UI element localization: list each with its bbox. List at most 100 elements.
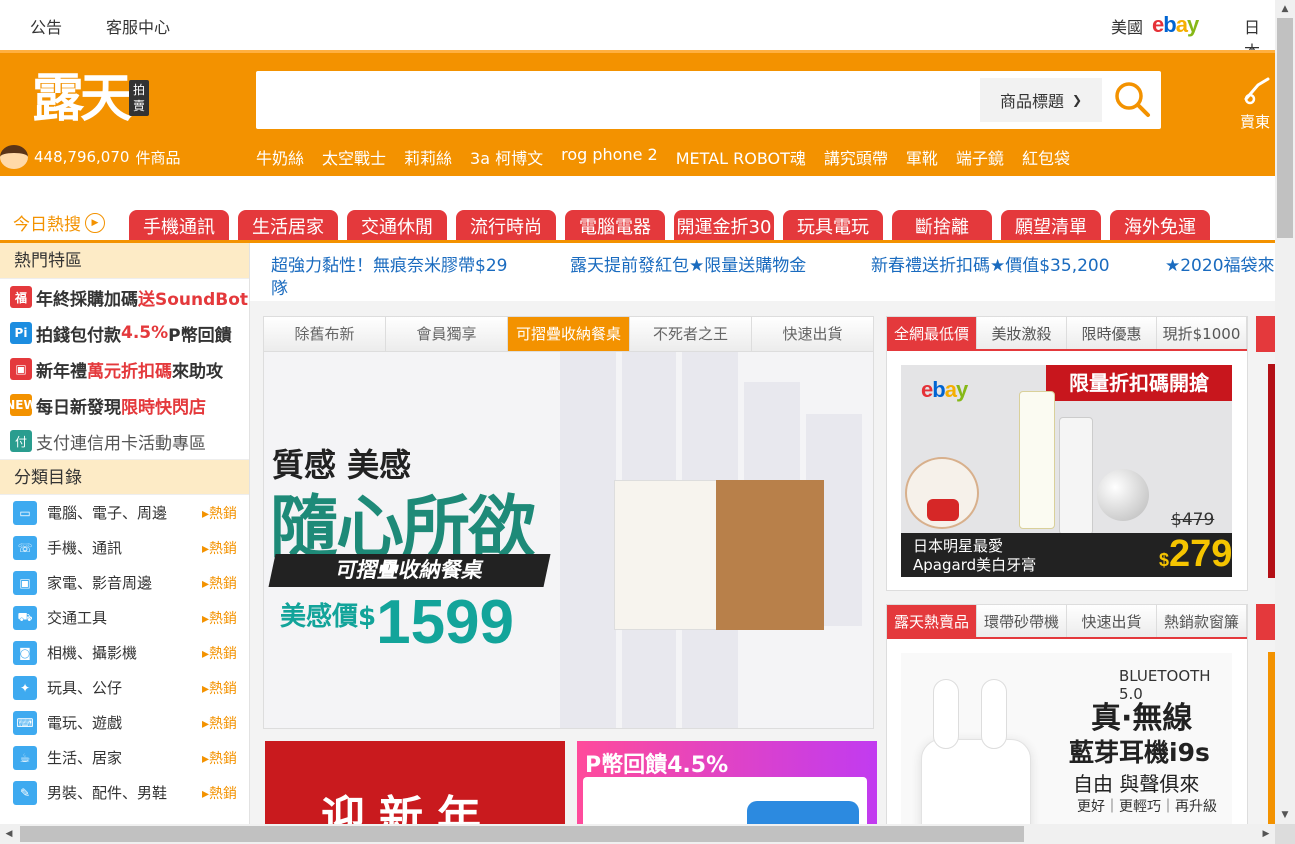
hot-keyword[interactable]: 紅包袋 — [1022, 145, 1070, 169]
hot-keyword[interactable]: METAL ROBOT魂 — [676, 145, 806, 169]
category-item[interactable]: ▣ 家電、影音周邊 ▸熱銷 — [0, 565, 249, 600]
search-scope-select[interactable]: 商品標題 ❯ — [980, 78, 1102, 122]
box-tab[interactable]: 快速出貨 — [1067, 605, 1157, 637]
category-item[interactable]: ☏ 手機、通訊 ▸熱銷 — [0, 530, 249, 565]
category-item[interactable]: ☕ 生活、居家 ▸熱銷 — [0, 740, 249, 775]
marquee-item[interactable]: 露天提前發紅包★限量送購物金 — [570, 251, 806, 276]
today-hot-label[interactable]: 今日熱搜 ▶ — [13, 210, 105, 235]
today-tab[interactable]: 願望清單 — [1001, 210, 1101, 243]
today-tab[interactable]: 手機通訊 — [129, 210, 229, 243]
main-carousel: 除舊布新 會員獨享 可摺疊收納餐桌 不死者之王 快速出貨 質感 美感 隨心所欲 … — [263, 316, 874, 729]
category-hot-link[interactable]: ▸熱銷 — [202, 713, 237, 733]
product-count-unit: 件商品 — [135, 148, 181, 167]
scroll-right-arrow[interactable]: ▶ — [1257, 824, 1275, 844]
scroll-thumb[interactable] — [20, 826, 1024, 842]
scroll-thumb[interactable] — [1277, 18, 1293, 238]
box-tab[interactable]: 環帶砂帶機 — [977, 605, 1067, 637]
customer-service-link[interactable]: 客服中心 — [106, 14, 170, 38]
promo-link[interactable]: ▣ 新年禮 萬元折扣碼 來助攻 — [0, 351, 249, 387]
category-hot-link[interactable]: ▸熱銷 — [202, 608, 237, 628]
category-hot-link[interactable]: ▸熱銷 — [202, 678, 237, 698]
today-tab[interactable]: 玩具電玩 — [783, 210, 883, 243]
scroll-up-arrow[interactable]: ▲ — [1275, 0, 1295, 18]
category-item[interactable]: ✦ 玩具、公仔 ▸熱銷 — [0, 670, 249, 705]
hot-keyword[interactable]: rog phone 2 — [561, 145, 658, 169]
promo-link[interactable]: Pi 拍錢包付款 4.5% P幣回饋 — [0, 315, 249, 351]
ebay-logo: ebay — [921, 377, 968, 402]
logo-badge: 拍賣 — [129, 80, 149, 116]
promo-highlight: 限時快閃店 — [121, 397, 206, 418]
today-tab[interactable]: 電腦電器 — [565, 210, 665, 243]
today-hot-bar: 今日熱搜 ▶ 手機通訊 生活居家 交通休閒 流行時尚 電腦電器 開運金折30 玩… — [0, 176, 1275, 243]
today-tab[interactable]: 海外免運 — [1110, 210, 1210, 243]
carousel-tab[interactable]: 除舊布新 — [264, 317, 386, 352]
hot-keyword[interactable]: 莉莉絲 — [404, 145, 452, 169]
carousel-banner[interactable]: 質感 美感 隨心所欲 可摺疊收納餐桌 美感價$1599 — [264, 352, 873, 728]
today-tab[interactable]: 交通休閒 — [347, 210, 447, 243]
next-box-tab[interactable] — [1256, 604, 1275, 640]
carousel-tab-active[interactable]: 可摺疊收納餐桌 — [508, 317, 630, 352]
carousel-tab[interactable]: 快速出貨 — [752, 317, 873, 352]
scroll-left-arrow[interactable]: ◀ — [0, 824, 18, 844]
mirror-panel — [560, 352, 616, 728]
ruten-logo[interactable]: 露天 — [32, 69, 132, 129]
next-box-tab[interactable] — [1256, 316, 1275, 352]
promo-link[interactable]: NEW 每日新發現 限時快閃店 — [0, 387, 249, 423]
vertical-scrollbar[interactable]: ▲ ▼ — [1275, 0, 1295, 824]
toothpaste-ad[interactable]: ebay 限量折扣碼開搶 日本明星最愛 Apagard美白牙膏 $479 $27… — [901, 365, 1232, 577]
category-hot-link[interactable]: ▸熱銷 — [202, 538, 237, 558]
new-year-banner[interactable]: 迎新年 — [265, 741, 565, 824]
promo-link[interactable]: 付支付連信用卡活動專區 — [0, 423, 249, 459]
search-input[interactable] — [266, 81, 966, 119]
box-tab-active[interactable]: 全網最低價 — [887, 317, 977, 349]
category-item[interactable]: ◙ 相機、攝影機 ▸熱銷 — [0, 635, 249, 670]
promo-link[interactable]: 福年終採購加碼 送SoundBot — [0, 279, 249, 315]
horizontal-scrollbar[interactable]: ◀ ▶ — [0, 824, 1275, 844]
hot-keyword[interactable]: 3a 柯博文 — [470, 145, 543, 169]
category-hot-link[interactable]: ▸熱銷 — [202, 748, 237, 768]
hot-keyword[interactable]: 太空戰士 — [322, 145, 386, 169]
box-tab[interactable]: 美妝激殺 — [977, 317, 1067, 349]
hot-keyword[interactable]: 軍靴 — [906, 145, 938, 169]
today-tab[interactable]: 斷捨離 — [892, 210, 992, 243]
box-tab[interactable]: 現折$1000 — [1157, 317, 1247, 349]
category-hot-link[interactable]: ▸熱銷 — [202, 643, 237, 663]
hot-keyword[interactable]: 講究頭帶 — [824, 145, 888, 169]
sell-link[interactable]: 賣東 — [1240, 73, 1274, 132]
hot-keyword[interactable]: 牛奶絲 — [256, 145, 304, 169]
today-tab[interactable]: 開運金折30 — [674, 210, 774, 243]
p-coin-banner[interactable]: P幣回饋4.5% — [577, 741, 877, 824]
category-hot-link[interactable]: ▸熱銷 — [202, 503, 237, 523]
today-tab[interactable]: 生活居家 — [238, 210, 338, 243]
marquee-item[interactable]: 新春禮送折扣碼★價值$35,200 — [871, 251, 1110, 276]
header: 露天 拍賣 448,796,070 件商品 商品標題 ❯ 牛奶絲 太空戰士 莉莉… — [0, 50, 1275, 176]
carousel-tab[interactable]: 不死者之王 — [630, 317, 752, 352]
carousel-tab[interactable]: 會員獨享 — [386, 317, 508, 352]
ebay-logo[interactable]: ebay — [1152, 12, 1199, 38]
category-item[interactable]: ⌨ 電玩、遊戲 ▸熱銷 — [0, 705, 249, 740]
earbuds-ad[interactable]: BLUETOOTH 5.0 真·無線 藍芽耳機i9s 自由 與聲俱來 更好｜更輕… — [901, 653, 1232, 838]
marquee-item[interactable]: ★2020福袋來 — [1165, 251, 1275, 276]
category-item[interactable]: ⛟ 交通工具 ▸熱銷 — [0, 600, 249, 635]
toothpaste-image — [1059, 417, 1093, 535]
promo-text: 拍錢包付款 — [36, 325, 121, 346]
box-tab-active[interactable]: 露天熱賣品 — [887, 605, 977, 637]
earbud-image — [933, 679, 959, 749]
box-tab[interactable]: 限時優惠 — [1067, 317, 1157, 349]
category-label: 電玩、遊戲 — [47, 714, 123, 732]
lowest-price-tabs: 全網最低價 美妝激殺 限時優惠 現折$1000 — [887, 317, 1247, 351]
announcement-link[interactable]: 公告 — [30, 14, 62, 38]
today-tab[interactable]: 流行時尚 — [456, 210, 556, 243]
category-hot-link[interactable]: ▸熱銷 — [202, 573, 237, 593]
category-item[interactable]: ✎ 男裝、配件、男鞋 ▸熱銷 — [0, 775, 249, 810]
hot-keyword[interactable]: 端子鏡 — [956, 145, 1004, 169]
scroll-down-arrow[interactable]: ▼ — [1275, 806, 1295, 824]
us-site-link[interactable]: 美國 — [1111, 14, 1143, 38]
today-hot-tabs: 手機通訊 生活居家 交通休閒 流行時尚 電腦電器 開運金折30 玩具電玩 斷捨離… — [129, 210, 1210, 243]
marquee-item[interactable]: 超強力黏性！無痕奈米膠帶$29 — [271, 251, 507, 276]
category-item[interactable]: ▭ 電腦、電子、周邊 ▸熱銷 — [0, 495, 249, 530]
category-hot-link[interactable]: ▸熱銷 — [202, 783, 237, 803]
search-icon[interactable] — [1112, 79, 1152, 119]
product-image — [747, 801, 859, 824]
box-tab[interactable]: 熱銷款窗簾 — [1157, 605, 1247, 637]
